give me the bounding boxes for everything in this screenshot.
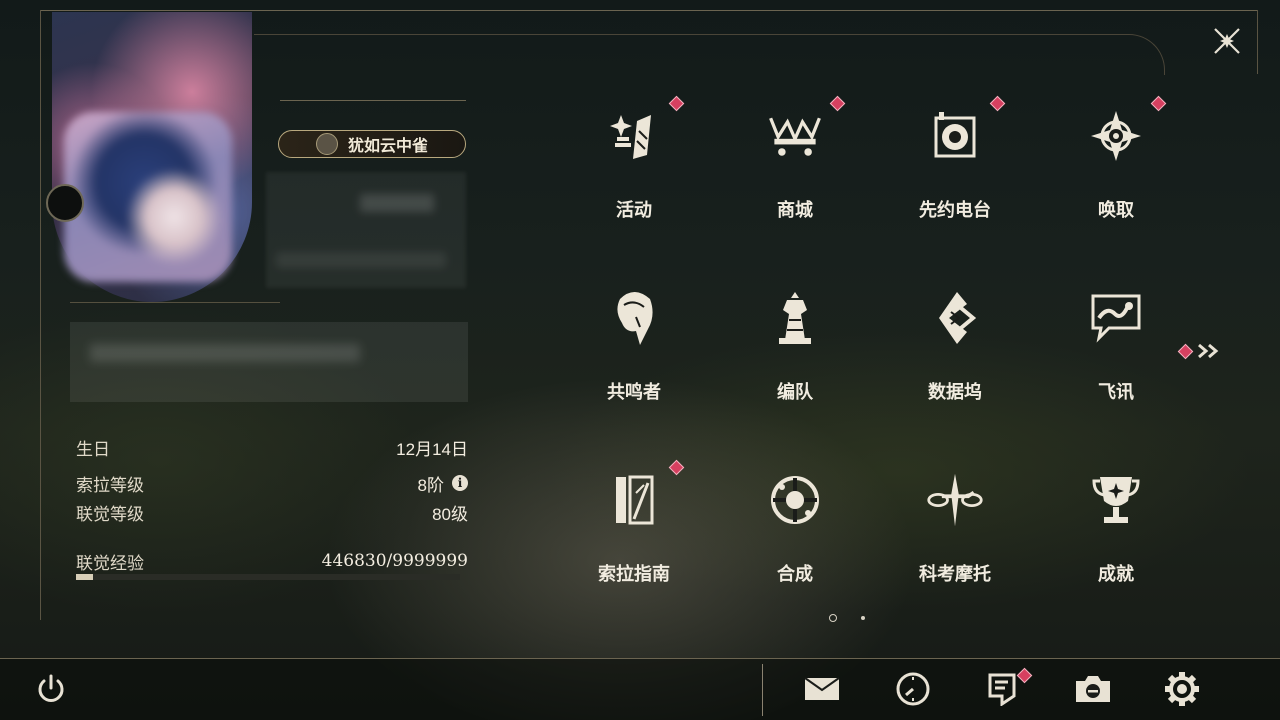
- frame-left-line: [40, 10, 41, 620]
- shop-crown-icon: [765, 106, 825, 166]
- stat-sol-rank: 索拉等级 8阶 i: [76, 472, 468, 495]
- name-card-icon: [315, 133, 338, 155]
- chevron-right-double-icon: [1198, 343, 1219, 359]
- frame-top-line: [40, 10, 1258, 11]
- motorbike-icon: [925, 470, 985, 530]
- menu-tile-label: 科考摩托: [919, 564, 991, 584]
- close-button[interactable]: [1210, 24, 1244, 58]
- exp-progress-bar: [76, 574, 460, 580]
- info-icon[interactable]: i: [452, 475, 468, 491]
- notice-icon: [988, 673, 1016, 706]
- menu-tile-activity[interactable]: 活动: [554, 92, 714, 262]
- mail-icon: [804, 677, 840, 700]
- menu-tile-synthesis[interactable]: 合成: [715, 456, 875, 626]
- menu-tile-label: 飞讯: [1098, 382, 1134, 402]
- avatar[interactable]: [64, 112, 232, 282]
- notification-badge: [1150, 95, 1167, 112]
- frame-right-line: [1257, 10, 1258, 74]
- menu-tile-label: 数据坞: [928, 382, 982, 402]
- menu-tile-message[interactable]: 飞讯: [1036, 274, 1196, 444]
- player-name: 犹如云中雀: [347, 138, 428, 155]
- avatar-edit-ring-icon[interactable]: [46, 184, 84, 222]
- page-dot-2[interactable]: [861, 616, 865, 620]
- message-icon: [1086, 288, 1146, 348]
- menu-tile-label: 编队: [777, 382, 813, 402]
- stat-label: 生日: [76, 439, 110, 459]
- stat-label: 联觉等级: [76, 504, 144, 524]
- signature-blurred[interactable]: [70, 322, 468, 402]
- menu-tile-team[interactable]: 编队: [715, 274, 875, 444]
- stat-value: 8阶: [417, 475, 444, 495]
- synthesis-icon: [765, 470, 825, 530]
- menu-tile-guide[interactable]: 索拉指南: [554, 456, 714, 626]
- exp-progress-fill: [76, 574, 94, 580]
- camera-icon: [1076, 676, 1110, 702]
- notification-badge: [668, 459, 685, 476]
- notification-badge: [989, 95, 1006, 112]
- menu-tile-achievement-trophy[interactable]: 成就: [1036, 456, 1196, 626]
- stat-label: 索拉等级: [76, 475, 144, 495]
- menu-tile-data-bank[interactable]: 数据坞: [875, 274, 1035, 444]
- radio-icon: [925, 106, 985, 166]
- stat-value: 12月14日: [396, 439, 468, 459]
- name-divider: [280, 100, 466, 101]
- menu-tile-radio[interactable]: 先约电台: [875, 92, 1035, 262]
- frame-inner-curve: [254, 34, 1165, 75]
- power-button[interactable]: [30, 668, 72, 710]
- stat-value: 446830/9999999: [321, 551, 468, 571]
- stat-union-level: 联觉等级 80级: [76, 501, 468, 524]
- player-name-tag[interactable]: 犹如云中雀: [278, 130, 466, 158]
- menu-tile-label: 共鸣者: [607, 382, 661, 402]
- page-dot-1[interactable]: [829, 614, 837, 622]
- settings-button[interactable]: [1161, 668, 1203, 710]
- achievement-trophy-icon: [1086, 470, 1146, 530]
- clock-icon: [896, 672, 930, 706]
- menu-tile-label: 唤取: [1098, 200, 1134, 220]
- menu-tile-shop-crown[interactable]: 商城: [715, 92, 875, 262]
- menu-tile-convene[interactable]: 唤取: [1036, 92, 1196, 262]
- time-button[interactable]: [892, 668, 934, 710]
- stat-union-exp: 联觉经验 446830/9999999: [76, 550, 468, 573]
- notification-badge: [829, 95, 846, 112]
- menu-tile-label: 商城: [777, 200, 813, 220]
- profile-divider: [70, 302, 280, 303]
- resonator-icon: [604, 288, 664, 348]
- menu-tile-label: 索拉指南: [598, 564, 670, 584]
- player-id-blurred: [266, 172, 466, 288]
- stat-value: 80级: [432, 504, 468, 524]
- power-icon: [38, 674, 64, 702]
- menu-tile-label: 先约电台: [919, 200, 991, 220]
- menu-tile-label: 活动: [616, 200, 652, 220]
- mail-button[interactable]: [801, 668, 843, 710]
- guide-icon: [604, 470, 664, 530]
- next-page-button[interactable]: [1177, 340, 1222, 362]
- settings-icon: [1165, 672, 1199, 706]
- bottom-bar-separator: [762, 664, 763, 716]
- notice-button[interactable]: [981, 667, 1033, 710]
- team-icon: [765, 288, 825, 348]
- stat-label: 联觉经验: [76, 553, 144, 573]
- menu-tile-resonator[interactable]: 共鸣者: [554, 274, 714, 444]
- menu-tile-motorbike[interactable]: 科考摩托: [875, 456, 1035, 626]
- close-icon: [1214, 28, 1240, 54]
- notification-badge: [668, 95, 685, 112]
- photo-button[interactable]: [1072, 668, 1114, 710]
- notification-badge: [1177, 343, 1194, 359]
- bottom-bar-line: [0, 658, 1280, 659]
- stat-birthday: 生日 12月14日: [76, 436, 468, 459]
- data-bank-icon: [925, 288, 985, 348]
- menu-tile-label: 成就: [1098, 564, 1134, 584]
- activity-icon: [604, 106, 664, 166]
- convene-icon: [1086, 106, 1146, 166]
- menu-tile-label: 合成: [777, 564, 813, 584]
